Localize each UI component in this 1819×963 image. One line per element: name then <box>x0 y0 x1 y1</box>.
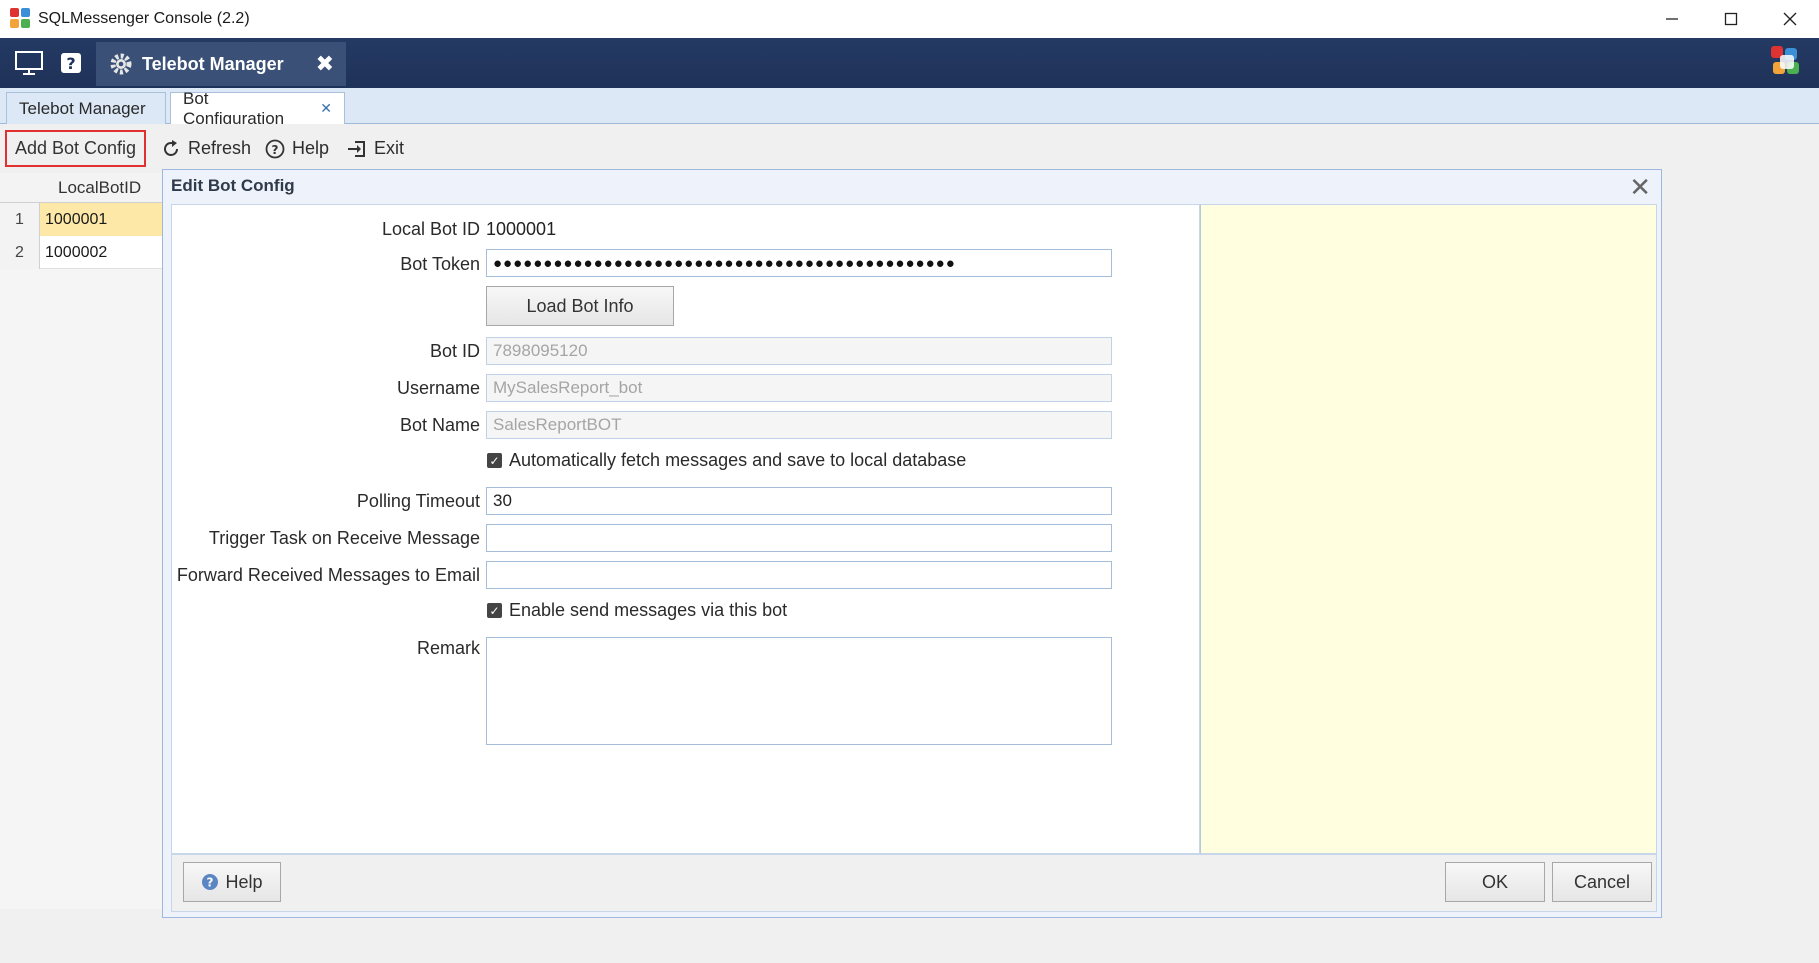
exit-icon <box>346 138 368 160</box>
bot-grid: LocalBotID 1 1000001 2 1000002 <box>0 173 165 909</box>
app-logo-icon <box>10 8 32 30</box>
ok-label: OK <box>1481 871 1508 892</box>
bot-name-label: Bot Name <box>399 415 480 435</box>
enable-send-checkbox-row[interactable]: ✓ Enable send messages via this bot <box>486 600 787 621</box>
username-field[interactable]: MySalesReport_bot <box>486 374 1112 402</box>
monitor-icon <box>15 51 43 75</box>
local-bot-id-label-box: Local Bot ID <box>172 219 480 243</box>
table-row[interactable]: 1 1000001 <box>0 203 165 236</box>
load-bot-info-button[interactable]: Load Bot Info <box>486 286 674 326</box>
dialog-close-icon[interactable]: ✕ <box>1629 172 1651 203</box>
bot-id-field[interactable]: 7898095120 <box>486 337 1112 365</box>
refresh-icon <box>160 138 182 160</box>
remark-label: Remark <box>416 638 480 658</box>
dialog-help-button[interactable]: ? Help <box>183 862 281 902</box>
load-bot-info-label: Load Bot Info <box>526 295 634 316</box>
dialog-help-label: Help <box>225 871 263 892</box>
bot-name-field[interactable]: SalesReportBOT <box>486 411 1112 439</box>
forward-email-field[interactable] <box>486 561 1112 589</box>
close-tab-icon[interactable]: ✖ <box>316 51 334 77</box>
question-icon: ? <box>61 53 81 73</box>
header-tab-label: Telebot Manager <box>142 53 284 74</box>
ok-button[interactable]: OK <box>1445 862 1545 902</box>
table-row[interactable]: 2 1000002 <box>0 236 165 269</box>
help-toolbar-button[interactable]: ? Help <box>264 130 329 167</box>
cancel-label: Cancel <box>1573 871 1631 892</box>
enable-send-label: Enable send messages via this bot <box>509 600 788 620</box>
close-icon <box>1783 12 1796 26</box>
edit-bot-config-dialog: Edit Bot Config ✕ Local Bot ID 1000001 B… <box>162 169 1662 918</box>
document-tabs: Telebot Manager Bot Configuration ✕ <box>0 88 1819 128</box>
row-value: 1000002 <box>45 244 108 261</box>
refresh-button[interactable]: Refresh <box>160 130 251 167</box>
close-tab-icon[interactable]: ✕ <box>320 100 332 117</box>
add-bot-config-button[interactable]: Add Bot Config <box>5 130 146 167</box>
toolbar: Add Bot Config Refresh ? Help Exit <box>0 124 1819 173</box>
local-bot-id-value: 1000001 <box>486 219 557 239</box>
gear-icon <box>110 53 132 75</box>
grid-column-header[interactable]: LocalBotID <box>40 178 141 198</box>
trigger-task-label: Trigger Task on Receive Message <box>208 528 480 548</box>
exit-label: Exit <box>374 138 405 158</box>
window-title: SQLMessenger Console (2.2) <box>38 10 250 27</box>
enable-send-checkbox[interactable]: ✓ <box>487 603 502 618</box>
auto-fetch-checkbox-row[interactable]: ✓ Automatically fetch messages and save … <box>486 450 966 471</box>
dialog-title: Edit Bot Config <box>171 176 295 195</box>
tab-label: Telebot Manager <box>19 98 146 118</box>
dialog-form-panel: Local Bot ID 1000001 Bot Token ●●●●●●●●●… <box>171 204 1200 854</box>
username-label: Username <box>396 378 480 398</box>
svg-text:?: ? <box>66 54 75 73</box>
grid-empty-area <box>0 269 165 909</box>
monitor-button[interactable] <box>8 42 50 84</box>
minimize-icon <box>1665 18 1678 20</box>
window-titlebar: SQLMessenger Console (2.2) <box>0 0 1819 38</box>
maximize-button[interactable] <box>1701 0 1760 38</box>
dialog-footer: ? Help OK Cancel <box>171 854 1657 912</box>
bot-token-field[interactable]: ●●●●●●●●●●●●●●●●●●●●●●●●●●●●●●●●●●●●●●●●… <box>486 249 1112 277</box>
remark-textarea[interactable] <box>486 637 1112 745</box>
minimize-button[interactable] <box>1642 0 1701 38</box>
forward-email-label: Forward Received Messages to Email <box>176 565 480 585</box>
close-window-button[interactable] <box>1760 0 1819 38</box>
add-bot-config-label: Add Bot Config <box>14 138 137 158</box>
auto-fetch-checkbox[interactable]: ✓ <box>487 453 502 468</box>
row-number: 2 <box>0 236 40 269</box>
grid-header: LocalBotID <box>0 173 165 203</box>
header-tab-telebot-manager[interactable]: Telebot Manager ✖ <box>96 42 346 86</box>
help-circle-icon: ? <box>264 138 286 160</box>
brand-logo-icon <box>1771 46 1803 78</box>
polling-timeout-label: Polling Timeout <box>356 491 480 511</box>
dialog-side-panel <box>1200 204 1657 854</box>
row-value: 1000001 <box>40 203 165 236</box>
tab-bot-configuration[interactable]: Bot Configuration ✕ <box>170 89 345 128</box>
svg-text:?: ? <box>272 143 279 157</box>
app-header: ? Telebot Manager ✖ <box>0 38 1819 88</box>
cancel-button[interactable]: Cancel <box>1552 862 1652 902</box>
help-header-button[interactable]: ? <box>50 42 92 84</box>
maximize-icon <box>1724 12 1737 26</box>
help-label: Help <box>292 138 330 158</box>
exit-button[interactable]: Exit <box>346 130 404 167</box>
polling-timeout-field[interactable]: 30 <box>486 487 1112 515</box>
refresh-label: Refresh <box>188 138 252 158</box>
bot-id-label: Bot ID <box>429 341 480 361</box>
local-bot-id-label: Local Bot ID <box>381 219 480 239</box>
row-number: 1 <box>0 203 40 236</box>
tab-label: Bot Configuration <box>183 88 285 128</box>
bot-token-label: Bot Token <box>400 254 480 274</box>
tab-telebot-manager[interactable]: Telebot Manager <box>6 92 166 124</box>
trigger-task-field[interactable] <box>486 524 1112 552</box>
svg-text:?: ? <box>207 876 214 890</box>
help-circle-icon: ? <box>202 874 219 890</box>
auto-fetch-label: Automatically fetch messages and save to… <box>509 450 967 470</box>
